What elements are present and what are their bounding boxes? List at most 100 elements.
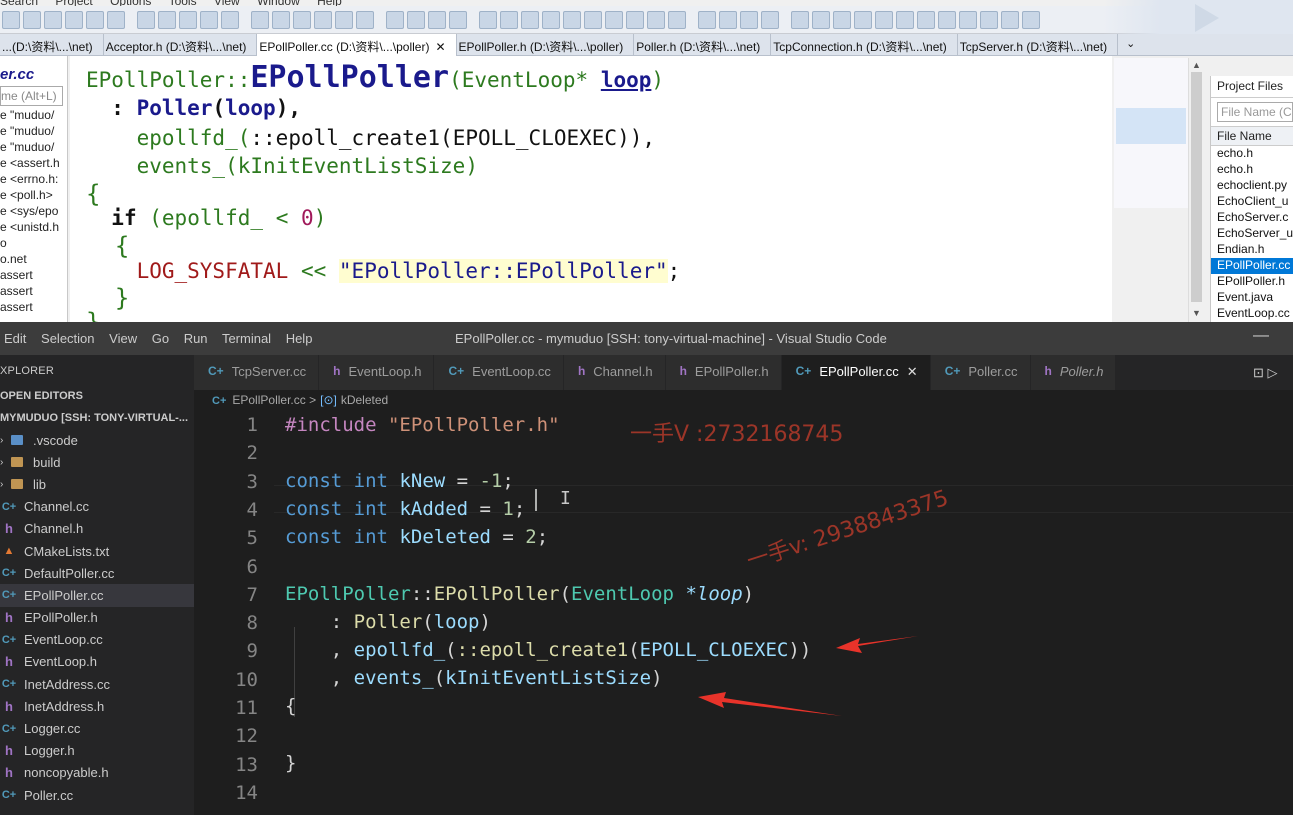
editor-tab[interactable]: h EPollPoller.h (665, 355, 782, 390)
si-project-file-item[interactable]: EventLoop.cc (1211, 306, 1293, 322)
file-tree-item[interactable]: h InetAddress.h (0, 695, 194, 717)
toolbar-button-icon[interactable] (179, 10, 197, 29)
toolbar-button-icon[interactable] (563, 10, 581, 29)
toolbar-button-icon[interactable] (428, 10, 446, 29)
si-code-editor[interactable]: EPollPoller::EPollPoller(EventLoop* loop… (70, 56, 1112, 322)
si-file-tab[interactable]: EPollPoller.cc (D:\资料\...\poller) ✕ (257, 34, 457, 56)
si-project-file-item[interactable]: EchoClient_u (1211, 194, 1293, 210)
si-scrollbar[interactable]: ▲ ▼ (1188, 58, 1204, 322)
minimize-icon[interactable]: — (1253, 327, 1269, 345)
scroll-up-icon[interactable]: ▲ (1192, 60, 1201, 70)
si-symbol-item[interactable]: e <errno.h: (0, 172, 67, 188)
toolbar-button-icon[interactable] (719, 10, 737, 29)
file-tree-item[interactable]: › lib (0, 473, 194, 495)
si-project-file-item[interactable]: EPollPoller.h (1211, 274, 1293, 290)
file-tree-item[interactable]: h EventLoop.h (0, 651, 194, 673)
si-file-tab[interactable]: EPollPoller.h (D:\资料\...\poller) (457, 34, 635, 56)
si-project-file-item[interactable]: Endian.h (1211, 242, 1293, 258)
toolbar-button-icon[interactable] (542, 10, 560, 29)
file-tree-item[interactable]: C+ EPollPoller.cc (0, 584, 194, 607)
tab-actions[interactable]: ⊡ ▷ (1243, 355, 1293, 390)
toolbar-button-icon[interactable] (521, 10, 539, 29)
vs-menu-item[interactable]: Terminal (222, 331, 271, 346)
toolbar-button-icon[interactable] (668, 10, 686, 29)
toolbar-button-icon[interactable] (386, 10, 404, 29)
close-icon[interactable]: ✕ (907, 364, 918, 380)
editor-tab[interactable]: h EventLoop.h (319, 355, 435, 390)
editor-tab[interactable]: C+ TcpServer.cc (194, 355, 320, 390)
si-scroll-thumb[interactable] (1191, 72, 1202, 302)
toolbar-button-icon[interactable] (605, 10, 623, 29)
si-project-search-input[interactable]: File Name (C (1217, 102, 1293, 122)
toolbar-button-icon[interactable] (833, 10, 851, 29)
si-project-column-header[interactable]: File Name (1211, 126, 1293, 146)
editor-tab[interactable]: C+ EventLoop.cc (434, 355, 564, 390)
vs-menu-item[interactable]: Selection (41, 331, 94, 346)
file-tree-item[interactable]: C+ InetAddress.cc (0, 673, 194, 695)
toolbar-button-icon[interactable] (647, 10, 665, 29)
si-project-file-item[interactable]: EchoServer_u (1211, 226, 1293, 242)
si-overview-panel[interactable] (1114, 58, 1190, 208)
vs-code-editor[interactable]: 1 2 3 4 5 6 7 8 9 10 11 12 13 14 #include "EPollPolle… (194, 412, 1293, 815)
editor-tab[interactable]: h Channel.h (563, 355, 666, 390)
si-symbol-item[interactable]: e "muduo/ (0, 124, 67, 140)
toolbar-button-icon[interactable] (65, 10, 83, 29)
toolbar-button-icon[interactable] (251, 10, 269, 29)
workspace-section[interactable]: MYMUDUO [SSH: TONY-VIRTUAL-... (0, 407, 194, 429)
editor-tab[interactable]: C+ Poller.cc (930, 355, 1031, 390)
toolbar-button-icon[interactable] (293, 10, 311, 29)
toolbar-button-icon[interactable] (896, 10, 914, 29)
si-symbol-item[interactable]: e <unistd.h (0, 220, 67, 236)
vs-menu-item[interactable]: Run (184, 331, 208, 346)
toolbar-button-icon[interactable] (959, 10, 977, 29)
si-symbol-item[interactable]: o (0, 236, 67, 252)
file-tree-item[interactable]: C+ EventLoop.cc (0, 629, 194, 651)
file-tree-item[interactable]: h Channel.h (0, 518, 194, 540)
file-tree-item[interactable]: h EPollPoller.h (0, 607, 194, 629)
toolbar-button-icon[interactable] (335, 10, 353, 29)
file-tree-item[interactable]: h noncopyable.h (0, 762, 194, 784)
si-file-tab[interactable]: Acceptor.h (D:\资料\...\net) (104, 34, 258, 56)
toolbar-button-icon[interactable] (479, 10, 497, 29)
toolbar-button-icon[interactable] (980, 10, 998, 29)
toolbar-button-icon[interactable] (875, 10, 893, 29)
file-tree-item[interactable]: C+ Logger.cc (0, 717, 194, 739)
toolbar-button-icon[interactable] (1022, 10, 1040, 29)
toolbar-button-icon[interactable] (44, 10, 62, 29)
si-overview-viewport[interactable] (1116, 108, 1186, 144)
vs-menu-item[interactable]: Help (286, 331, 313, 346)
si-file-tab[interactable]: Poller.h (D:\资料\...\net) (634, 34, 772, 56)
open-editors-section[interactable]: OPEN EDITORS (0, 385, 194, 407)
toolbar-button-icon[interactable] (200, 10, 218, 29)
toolbar-button-icon[interactable] (740, 10, 758, 29)
si-file-tab[interactable]: TcpConnection.h (D:\资料\...\net) (771, 34, 958, 56)
toolbar-button-icon[interactable] (584, 10, 602, 29)
file-tree-item[interactable]: C+ DefaultPoller.cc (0, 562, 194, 584)
file-tree-item[interactable]: › .vscode (0, 429, 194, 451)
si-project-file-item[interactable]: echoclient.py (1211, 178, 1293, 194)
close-icon[interactable]: ✕ (435, 40, 445, 54)
si-project-file-item[interactable]: echo.h (1211, 162, 1293, 178)
vs-menu-item[interactable]: Edit (4, 331, 26, 346)
toolbar-button-icon[interactable] (917, 10, 935, 29)
file-tree-item[interactable]: C+ Channel.cc (0, 496, 194, 518)
vs-menu-item[interactable]: View (109, 331, 137, 346)
si-symbol-search-input[interactable]: me (Alt+L) (0, 86, 63, 106)
file-tree-item[interactable]: C+ Poller.cc (0, 784, 194, 806)
editor-tab[interactable]: C+ EPollPoller.cc ✕ (781, 355, 931, 390)
toolbar-button-icon[interactable] (854, 10, 872, 29)
toolbar-button-icon[interactable] (158, 10, 176, 29)
si-symbol-item[interactable]: e "muduo/ (0, 108, 67, 124)
si-symbol-item[interactable]: o.net (0, 252, 67, 268)
toolbar-button-icon[interactable] (356, 10, 374, 29)
si-file-tab[interactable]: ...(D:\资料\...\net) (0, 34, 104, 56)
scroll-down-icon[interactable]: ▼ (1192, 308, 1201, 318)
toolbar-button-icon[interactable] (500, 10, 518, 29)
breadcrumb-symbol[interactable]: kDeleted (341, 393, 388, 407)
file-tree-item[interactable]: ▲ CMakeLists.txt (0, 540, 194, 562)
toolbar-button-icon[interactable] (761, 10, 779, 29)
toolbar-button-icon[interactable] (791, 10, 809, 29)
si-project-file-item[interactable]: EPollPoller.cc (1211, 258, 1293, 274)
toolbar-button-icon[interactable] (1001, 10, 1019, 29)
si-symbol-item[interactable]: e <sys/epo (0, 204, 67, 220)
